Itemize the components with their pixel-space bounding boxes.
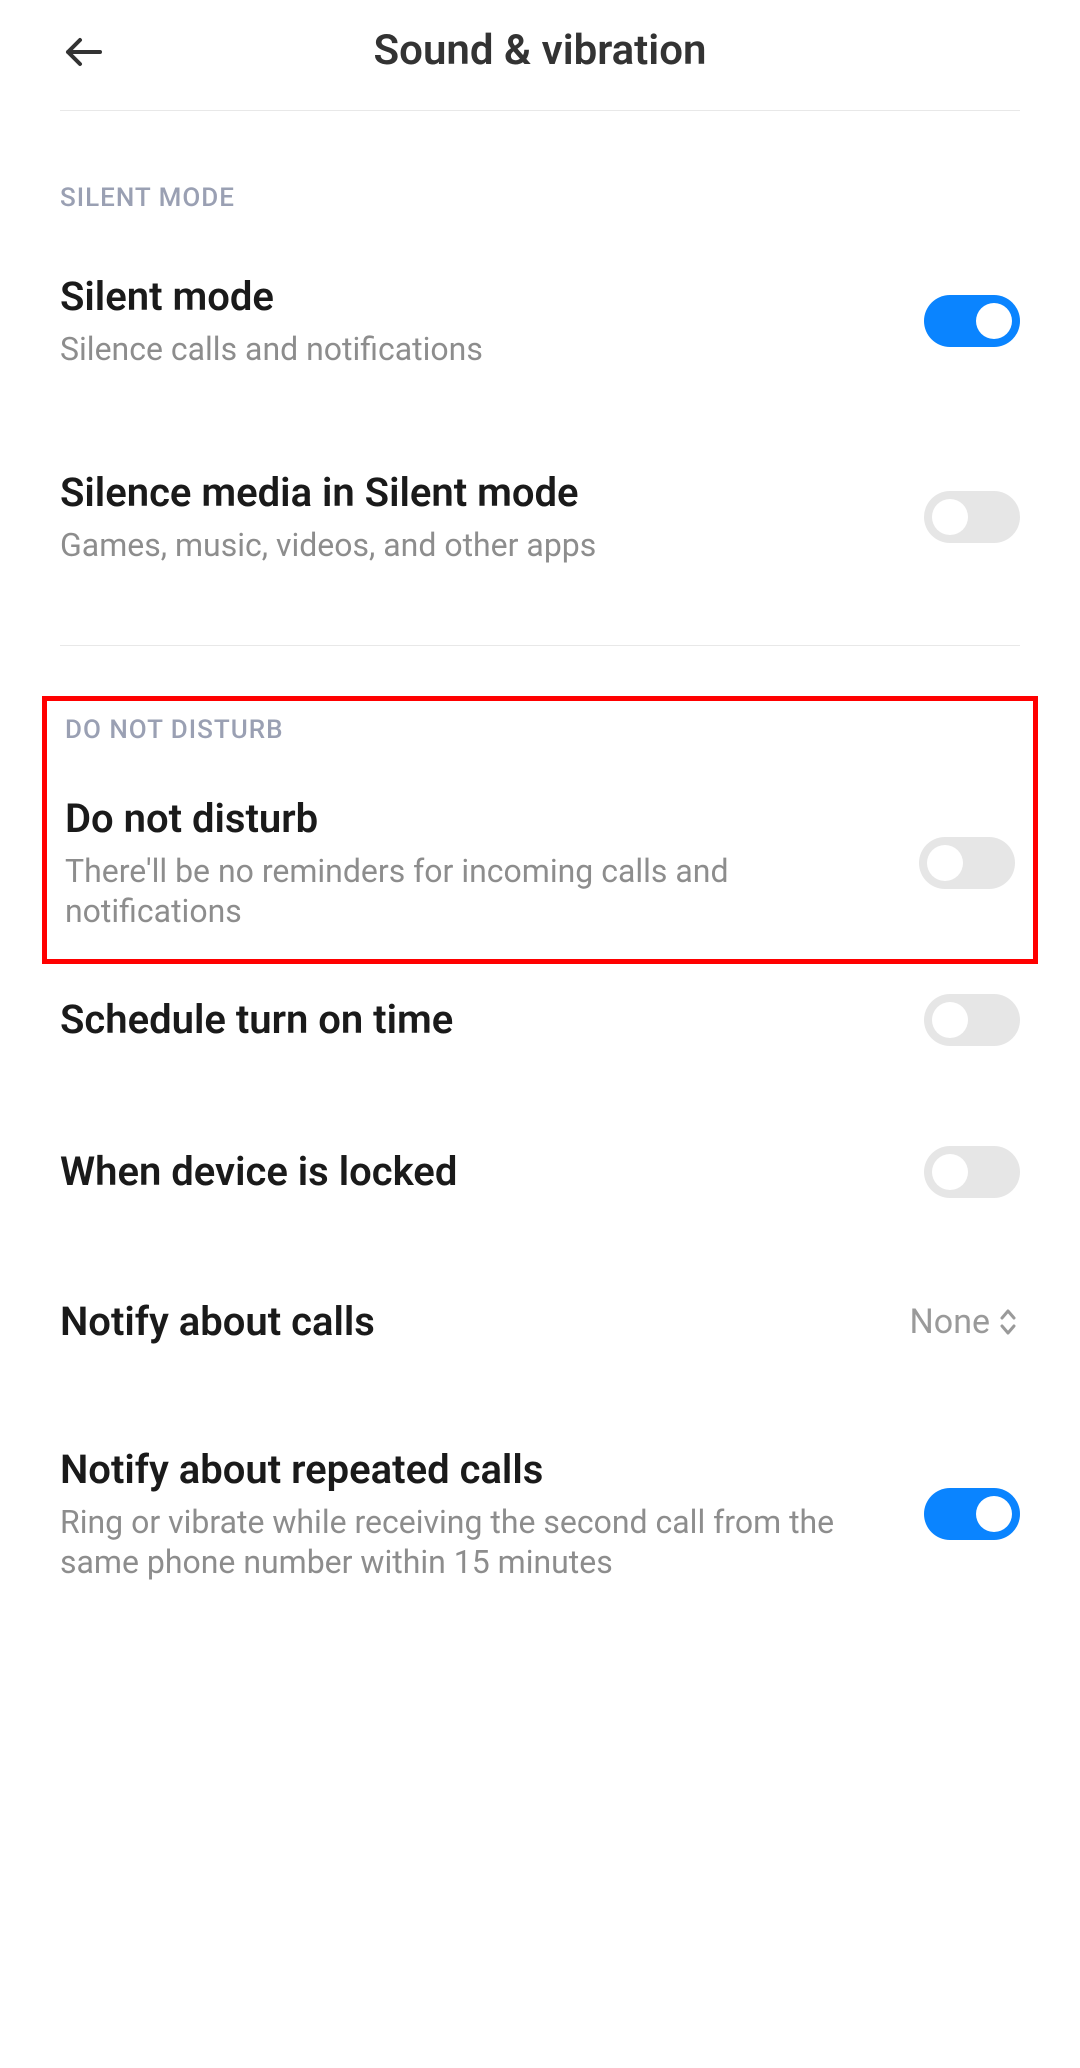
toggle-knob — [932, 1154, 968, 1190]
silent-mode-sub: Silence calls and notifications — [60, 329, 894, 369]
row-text: Do not disturb There'll be no reminders … — [65, 795, 919, 931]
section-silent-mode: SILENT MODE Silent mode Silence calls an… — [0, 111, 1080, 615]
row-text: Schedule turn on time — [60, 996, 924, 1044]
dnd-toggle[interactable] — [919, 837, 1015, 889]
silent-mode-toggle[interactable] — [924, 295, 1020, 347]
section-label-dnd: DO NOT DISTURB — [65, 701, 1015, 755]
row-silent-mode[interactable]: Silent mode Silence calls and notificati… — [60, 223, 1020, 419]
row-text: Silent mode Silence calls and notificati… — [60, 273, 924, 369]
repeated-title: Notify about repeated calls — [60, 1446, 894, 1494]
row-schedule-turn-on[interactable]: Schedule turn on time — [60, 964, 1020, 1096]
row-text: Silence media in Silent mode Games, musi… — [60, 469, 924, 565]
row-notify-repeated[interactable]: Notify about repeated calls Ring or vibr… — [60, 1396, 1020, 1632]
toggle-knob — [932, 499, 968, 535]
row-text: Notify about calls — [60, 1298, 910, 1346]
back-button[interactable] — [60, 28, 108, 76]
notify-calls-title: Notify about calls — [60, 1298, 880, 1346]
silent-mode-title: Silent mode — [60, 273, 894, 321]
schedule-toggle[interactable] — [924, 994, 1020, 1046]
row-do-not-disturb[interactable]: Do not disturb There'll be no reminders … — [65, 755, 1015, 939]
page-title: Sound & vibration — [60, 26, 1020, 75]
dnd-title: Do not disturb — [65, 795, 889, 843]
divider — [60, 645, 1020, 646]
settings-screen: Sound & vibration SILENT MODE Silent mod… — [0, 0, 1080, 1632]
toggle-knob — [932, 1002, 968, 1038]
repeated-toggle[interactable] — [924, 1488, 1020, 1540]
toggle-knob — [976, 1496, 1012, 1532]
toggle-knob — [927, 845, 963, 881]
row-silence-media[interactable]: Silence media in Silent mode Games, musi… — [60, 419, 1020, 615]
silence-media-sub: Games, music, videos, and other apps — [60, 525, 894, 565]
silence-media-title: Silence media in Silent mode — [60, 469, 894, 517]
highlight-annotation: DO NOT DISTURB Do not disturb There'll b… — [42, 696, 1038, 964]
notify-calls-value: None — [910, 1302, 990, 1342]
locked-toggle[interactable] — [924, 1146, 1020, 1198]
row-notify-calls[interactable]: Notify about calls None — [60, 1248, 1020, 1396]
toggle-knob — [976, 303, 1012, 339]
silence-media-toggle[interactable] — [924, 491, 1020, 543]
row-text: Notify about repeated calls Ring or vibr… — [60, 1446, 924, 1582]
section-label-silent: SILENT MODE — [60, 111, 1020, 223]
row-when-locked[interactable]: When device is locked — [60, 1096, 1020, 1248]
locked-title: When device is locked — [60, 1148, 894, 1196]
row-text: When device is locked — [60, 1148, 924, 1196]
arrow-left-icon — [60, 28, 108, 76]
section-dnd-rest: Schedule turn on time When device is loc… — [0, 964, 1080, 1632]
header: Sound & vibration — [0, 0, 1080, 110]
chevron-updown-icon — [996, 1306, 1020, 1338]
notify-calls-value-wrap: None — [910, 1302, 1020, 1342]
schedule-title: Schedule turn on time — [60, 996, 894, 1044]
dnd-sub: There'll be no reminders for incoming ca… — [65, 851, 889, 931]
repeated-sub: Ring or vibrate while receiving the seco… — [60, 1502, 894, 1582]
